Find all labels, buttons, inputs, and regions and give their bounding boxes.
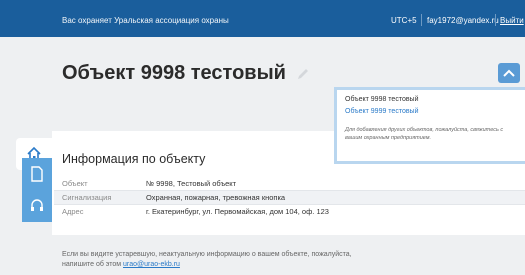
page-title: Объект 9998 тестовый (62, 62, 286, 84)
row-label: Объект (62, 179, 88, 188)
divider (421, 14, 422, 26)
other-object-link[interactable]: Объект 9999 тестовый (345, 108, 419, 115)
logout-link[interactable]: Выйти (500, 16, 524, 25)
chevron-up-icon (503, 69, 515, 77)
top-bar: Вас охраняет Уральская ассоциация охраны… (0, 0, 525, 37)
row-value: Охранная, пожарная, тревожная кнопка (146, 193, 286, 202)
info-row-object: Объект № 9998, Тестовый объект (54, 177, 525, 190)
support-email-link[interactable]: urao@urao-ekb.ru (123, 261, 180, 268)
headset-icon (31, 199, 43, 211)
timezone-label: UTC+5 (391, 16, 417, 25)
row-value: г. Екатеринбург, ул. Первомайская, дом 1… (146, 207, 329, 216)
collapse-button[interactable] (498, 63, 520, 83)
row-value: № 9998, Тестовый объект (146, 179, 237, 188)
pencil-icon[interactable] (296, 67, 310, 81)
object-switcher-popup: Объект 9998 тестовый Объект 9999 тестовы… (334, 87, 525, 164)
footer-text: Если вы видите устаревшую, неактуальную … (62, 251, 352, 268)
current-object: Объект 9998 тестовый (345, 96, 419, 103)
switcher-hint: Для добавления других объектов, пожалуйс… (345, 127, 504, 141)
section-heading: Информация по объекту (62, 152, 206, 166)
document-icon (31, 166, 43, 182)
protection-text: Вас охраняет Уральская ассоциация охраны (62, 16, 229, 25)
tab-documents[interactable] (22, 158, 52, 190)
tab-support[interactable] (22, 190, 52, 222)
row-label: Сигнализация (62, 193, 112, 202)
row-label: Адрес (62, 207, 84, 216)
footer-note: Если вы видите устаревшую, неактуальную … (62, 250, 362, 270)
info-row-address: Адрес г. Екатеринбург, ул. Первомайская,… (54, 205, 525, 218)
title-row: Объект 9998 тестовый (62, 62, 310, 85)
divider (495, 14, 496, 26)
user-email[interactable]: fay1972@yandex.ru (427, 16, 499, 25)
info-row-alarm: Сигнализация Охранная, пожарная, тревожн… (54, 191, 525, 204)
